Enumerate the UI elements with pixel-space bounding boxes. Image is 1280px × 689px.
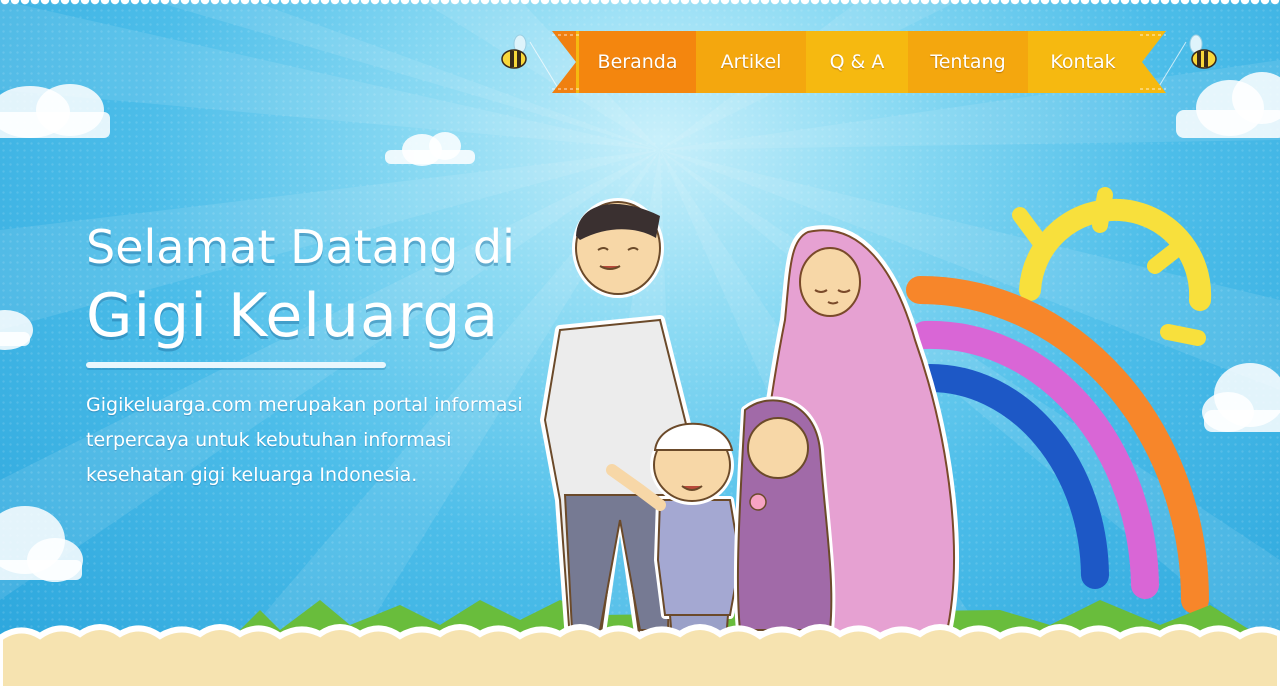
nav-item-beranda[interactable]: Beranda (579, 31, 696, 93)
nav-item-kontak[interactable]: Kontak (1028, 31, 1138, 93)
title-underline (86, 362, 386, 368)
cloud-icon (0, 84, 110, 138)
nav-item-artikel[interactable]: Artikel (696, 31, 806, 93)
hero-description: Gigikeluarga.com merupakan portal inform… (86, 394, 523, 486)
cloud-icon (1176, 72, 1280, 138)
cloud-icon (0, 506, 83, 582)
rainbow-icon (906, 276, 1209, 614)
cloud-icon (385, 132, 475, 166)
family-illustration (540, 198, 959, 645)
nav-item-tentang[interactable]: Tentang (908, 31, 1028, 93)
welcome-title-line2: Gigi Keluarga (86, 281, 500, 351)
main-navigation: Beranda Artikel Q & A Tentang Kontak (552, 31, 1166, 93)
hero-banner: Beranda Artikel Q & A Tentang Kontak Sel… (0, 0, 1280, 689)
cloud-icon (0, 310, 33, 350)
cloud-icon (1202, 363, 1280, 432)
sandy-ground (0, 624, 1280, 689)
welcome-heading: Selamat Datang di Gigi Keluarga (86, 216, 515, 354)
welcome-title-line1: Selamat Datang di (86, 220, 515, 274)
nav-item-qa[interactable]: Q & A (806, 31, 908, 93)
daughter-figure (733, 396, 836, 634)
